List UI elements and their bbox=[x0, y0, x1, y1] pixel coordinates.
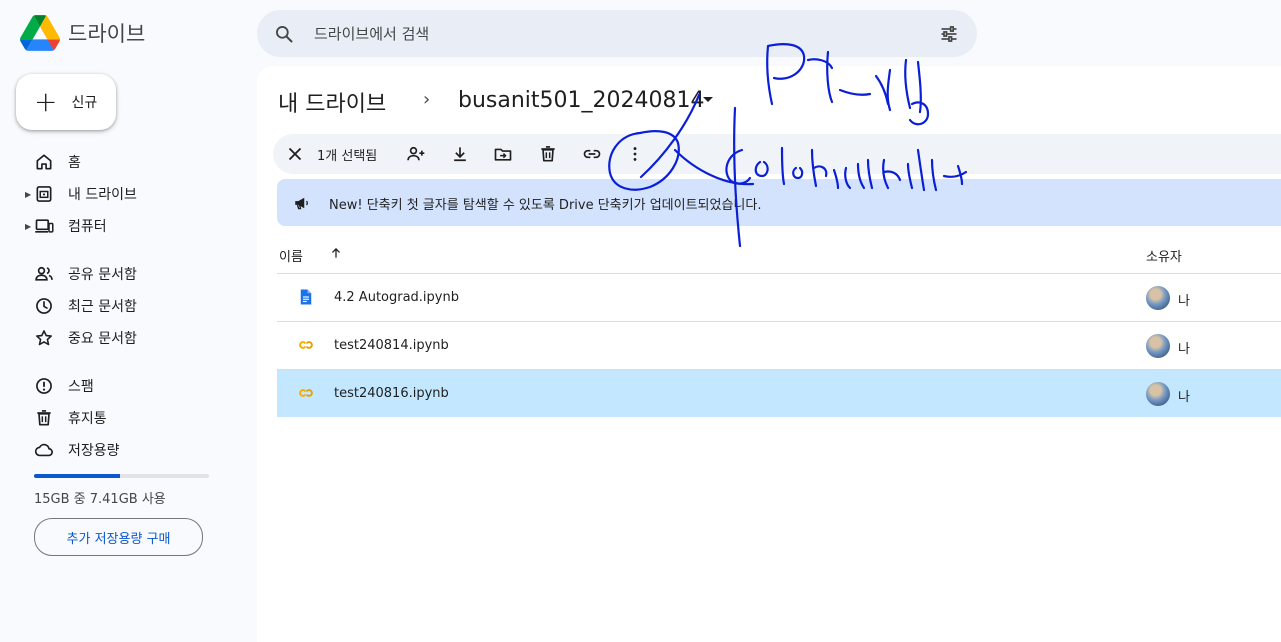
sort-ascending-icon[interactable] bbox=[329, 245, 343, 261]
file-name: test240816.ipynb bbox=[334, 386, 449, 401]
owner-name: 나 bbox=[1178, 294, 1190, 309]
recent-icon bbox=[36, 298, 52, 314]
sidebar-item-label: 저장용량 bbox=[68, 443, 120, 459]
storage-usage-text: 15GB 중 7.41GB 사용 bbox=[34, 492, 166, 507]
app-name: 드라이브 bbox=[68, 22, 146, 46]
file-row[interactable]: test240814.ipynb 나 bbox=[277, 322, 1281, 369]
sidebar-item-shared[interactable]: 공유 문서함 bbox=[0, 260, 240, 288]
tune-icon[interactable] bbox=[939, 24, 959, 44]
owner-name: 나 bbox=[1178, 342, 1190, 357]
owner-avatar bbox=[1146, 382, 1170, 406]
sidebar-item-label: 컴퓨터 bbox=[68, 219, 107, 235]
doc-icon bbox=[300, 289, 312, 305]
link-icon[interactable] bbox=[582, 144, 602, 164]
sidebar-item-home[interactable]: 홈 bbox=[0, 148, 240, 176]
search-icon[interactable] bbox=[274, 24, 294, 44]
storage-progress-bar bbox=[34, 474, 209, 478]
shared-icon bbox=[35, 266, 53, 281]
owner-name: 나 bbox=[1178, 390, 1190, 405]
announcement-banner: New! 단축키 첫 글자를 탐색할 수 있도록 Drive 단축키가 업데이트… bbox=[277, 179, 1281, 226]
breadcrumb-separator-icon: › bbox=[423, 89, 431, 110]
cloud-icon bbox=[34, 443, 53, 457]
colab-icon bbox=[299, 341, 313, 349]
file-name: test240814.ipynb bbox=[334, 338, 449, 353]
column-header-name[interactable]: 이름 bbox=[279, 246, 303, 265]
expand-caret-icon[interactable]: ▶ bbox=[25, 190, 31, 199]
expand-caret-icon[interactable]: ▶ bbox=[25, 222, 31, 231]
trash-icon[interactable] bbox=[538, 144, 558, 164]
column-header-owner[interactable]: 소유자 bbox=[1146, 246, 1182, 265]
star-icon bbox=[36, 330, 52, 346]
trash-icon bbox=[37, 410, 51, 426]
breadcrumb-root[interactable]: 내 드라이브 bbox=[278, 86, 386, 118]
move-icon[interactable] bbox=[493, 144, 513, 164]
download-icon[interactable] bbox=[450, 144, 470, 164]
colab-icon bbox=[299, 389, 313, 397]
sidebar-item-label: 내 드라이브 bbox=[68, 187, 137, 203]
sidebar-item-storage[interactable]: 저장용량 bbox=[0, 436, 240, 464]
sidebar-item-trash[interactable]: 휴지통 bbox=[0, 404, 240, 432]
breadcrumb-current-folder[interactable]: busanit501_20240814 bbox=[458, 88, 705, 113]
sidebar-item-computers[interactable]: ▶ 컴퓨터 bbox=[0, 212, 240, 240]
owner-avatar bbox=[1146, 286, 1170, 310]
google-drive-logo[interactable] bbox=[20, 14, 60, 52]
sidebar-item-starred[interactable]: 중요 문서함 bbox=[0, 324, 240, 352]
selection-toolbar: 1개 선택됨 bbox=[273, 134, 1281, 174]
sidebar-item-spam[interactable]: 스팸 bbox=[0, 372, 240, 400]
spam-icon bbox=[36, 378, 52, 394]
storage-progress-fill bbox=[34, 474, 121, 478]
more-vert-icon[interactable] bbox=[625, 144, 645, 164]
search-input[interactable] bbox=[312, 23, 896, 44]
banner-text: New! 단축키 첫 글자를 탐색할 수 있도록 Drive 단축키가 업데이트… bbox=[329, 198, 762, 213]
file-row[interactable]: 4.2 Autograd.ipynb 나 bbox=[277, 274, 1281, 321]
sidebar-item-label: 홈 bbox=[68, 155, 81, 171]
close-icon[interactable] bbox=[284, 143, 306, 165]
sidebar-item-recent[interactable]: 최근 문서함 bbox=[0, 292, 240, 320]
folder-menu-dropdown-icon[interactable] bbox=[703, 97, 713, 102]
home-icon bbox=[36, 154, 52, 170]
new-button[interactable]: + 신규 bbox=[16, 74, 116, 130]
sidebar-item-my-drive[interactable]: ▶ 내 드라이브 bbox=[0, 180, 240, 208]
share-icon[interactable] bbox=[406, 144, 426, 164]
sidebar-item-label: 스팸 bbox=[68, 379, 94, 395]
sidebar-item-label: 중요 문서함 bbox=[68, 331, 137, 347]
computers-icon bbox=[35, 219, 54, 233]
sidebar-item-label: 휴지통 bbox=[68, 411, 107, 427]
new-button-label: 신규 bbox=[71, 95, 98, 111]
file-row-selected[interactable]: test240816.ipynb 나 bbox=[277, 370, 1281, 417]
my-drive-icon bbox=[36, 186, 52, 202]
megaphone-icon bbox=[295, 197, 308, 210]
buy-storage-button[interactable]: 추가 저장용량 구매 bbox=[34, 518, 203, 556]
plus-icon: + bbox=[34, 85, 58, 118]
file-name: 4.2 Autograd.ipynb bbox=[334, 290, 459, 305]
owner-avatar bbox=[1146, 334, 1170, 358]
sidebar-item-label: 최근 문서함 bbox=[68, 299, 137, 315]
sidebar-item-label: 공유 문서함 bbox=[68, 267, 137, 283]
selection-count: 1개 선택됨 bbox=[317, 149, 378, 164]
search-bar[interactable] bbox=[257, 10, 977, 57]
